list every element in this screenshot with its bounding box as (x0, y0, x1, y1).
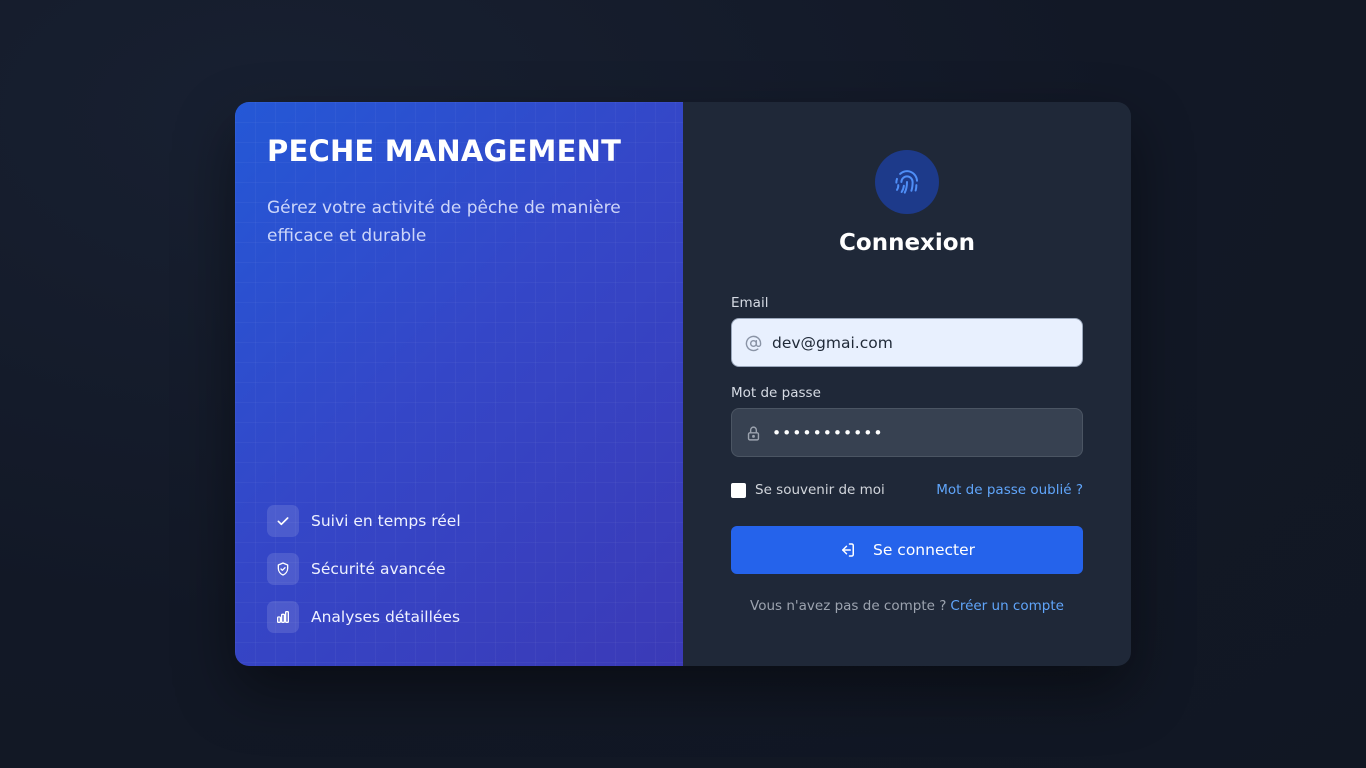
forgot-password-link[interactable]: Mot de passe oublié ? (936, 482, 1083, 498)
feature-item-security: Sécurité avancée (267, 553, 461, 585)
brand-title: PECHE MANAGEMENT (267, 134, 622, 168)
login-form-panel: Connexion Email Mot de passe Se souvenir… (683, 102, 1131, 666)
password-field-wrapper (731, 408, 1083, 457)
brand-panel: PECHE MANAGEMENT Gérez votre activité de… (235, 102, 683, 666)
remember-me: Se souvenir de moi (731, 482, 885, 498)
email-label: Email (731, 295, 769, 311)
feature-label: Suivi en temps réel (311, 512, 461, 530)
login-button-label: Se connecter (873, 541, 975, 559)
feature-label: Analyses détaillées (311, 608, 461, 626)
bar-chart-icon (267, 601, 299, 633)
signup-prompt: Vous n'avez pas de compte ? Créer un comp… (683, 598, 1131, 614)
login-button[interactable]: Se connecter (731, 526, 1083, 574)
feature-label: Sécurité avancée (311, 560, 446, 578)
login-card: PECHE MANAGEMENT Gérez votre activité de… (235, 102, 1131, 666)
create-account-link[interactable]: Créer un compte (950, 598, 1064, 614)
shield-check-icon (267, 553, 299, 585)
signup-prompt-text: Vous n'avez pas de compte ? (750, 598, 947, 614)
email-field-wrapper (731, 318, 1083, 367)
check-icon (267, 505, 299, 537)
fingerprint-icon (875, 150, 939, 214)
password-field[interactable] (772, 409, 1072, 456)
form-title: Connexion (839, 230, 975, 256)
lock-icon (744, 424, 762, 442)
feature-item-realtime: Suivi en temps réel (267, 505, 461, 537)
remember-checkbox[interactable] (731, 482, 746, 498)
remember-label[interactable]: Se souvenir de moi (755, 482, 885, 498)
brand-tagline: Gérez votre activité de pêche de manière… (267, 198, 621, 246)
at-icon (744, 334, 762, 352)
feature-item-analytics: Analyses détaillées (267, 601, 461, 633)
password-label: Mot de passe (731, 385, 821, 401)
feature-list: Suivi en temps réel Sécurité avancée Ana… (267, 505, 461, 649)
login-icon (842, 543, 854, 557)
email-field[interactable] (772, 319, 1072, 366)
